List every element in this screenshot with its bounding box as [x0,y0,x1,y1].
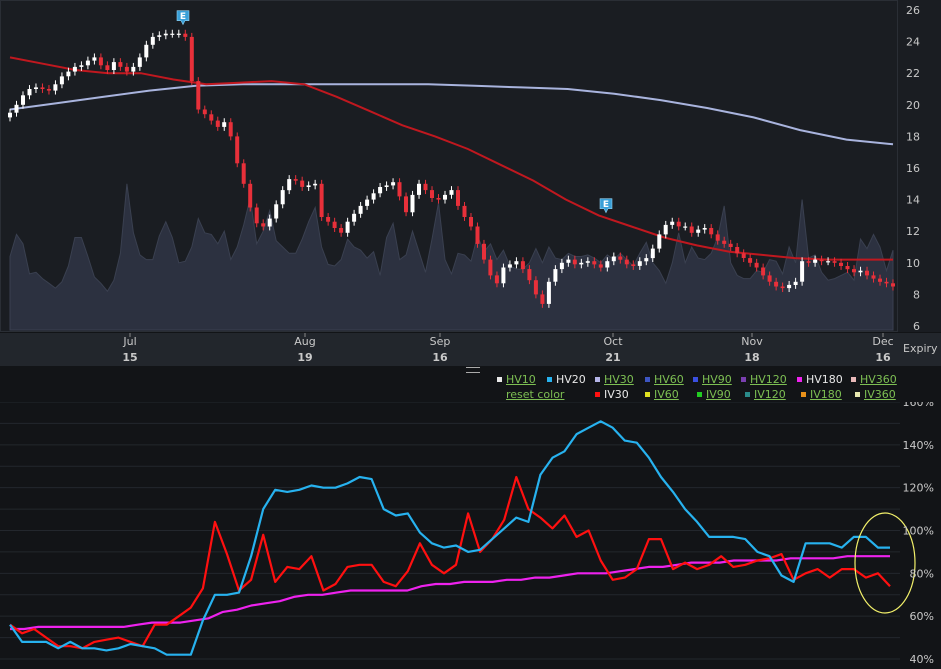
chart-container: E E 6 8 10 12 14 16 18 20 22 24 26 Jul 15 Aug 19 Sep 16 O… [0,0,941,669]
price-y-tick: 24 [906,36,920,49]
legend-label: IV90 [706,388,731,401]
candle [235,132,240,168]
legend-swatch [801,392,806,397]
legend-swatch [741,377,746,382]
series-hv20 [9,420,890,656]
legend-label: HV20 [556,373,586,386]
legend-item-iv90[interactable]: IV90 [697,388,731,401]
legend-item-hv30[interactable]: HV30 [595,373,634,386]
x-tick-day: 16 [432,351,448,364]
legend-row-2: reset color IV30 IV60 IV90 IV120 IV180 IV360 [0,388,941,402]
volatility-gridlines [0,402,900,660]
legend-item-hv20[interactable]: HV20 [547,373,586,386]
price-y-tick: 22 [906,67,920,80]
legend-label: IV180 [810,388,842,401]
vol-y-tick: 100% [903,525,934,538]
price-y-tick: 8 [913,288,920,301]
price-chart: E E 6 8 10 12 14 16 18 20 22 24 26 Jul 15 Aug 19 Sep 16 O… [0,0,941,366]
candle [189,32,194,86]
legend-item-hv60[interactable]: HV60 [645,373,684,386]
x-tick-month: Nov [741,335,763,348]
price-y-tick: 14 [906,194,920,207]
legend-label: HV60 [654,373,684,386]
x-axis-label: Expiry [903,342,938,355]
vol-y-tick: 60% [910,610,934,623]
legend-label: IV360 [864,388,896,401]
legend-label: HV180 [806,373,843,386]
candle [196,77,201,114]
volatility-y-axis: 40% 60% 80% 100% 120% 140% 160% [903,402,934,666]
x-tick-month: Oct [603,335,623,348]
legend-item-iv60[interactable]: IV60 [645,388,679,401]
legend-swatch [851,377,856,382]
x-tick-day: 15 [122,351,137,364]
x-tick-month: Dec [872,335,893,348]
candle [319,179,324,221]
candle [241,159,246,188]
x-tick-day: 21 [605,351,620,364]
earnings-marker-label: E [603,200,609,210]
price-y-tick: 20 [906,99,920,112]
legend-swatch [855,392,860,397]
legend-item-iv30[interactable]: IV30 [595,388,629,401]
price-y-tick: 26 [906,4,920,17]
legend-item-hv10[interactable]: HV10 [497,373,536,386]
candle [248,179,253,212]
candle [800,257,805,286]
legend-swatch [745,392,750,397]
legend-label: HV10 [506,373,536,386]
reset-color-link[interactable]: reset color [506,388,564,401]
legend-item-iv360[interactable]: IV360 [855,388,896,401]
x-tick-day: 18 [744,351,759,364]
price-y-tick: 12 [906,225,920,238]
legend-swatch [547,377,552,382]
earnings-marker-label: E [180,12,186,22]
legend-swatch [697,392,702,397]
legend-swatch [595,392,600,397]
x-tick-month: Aug [294,335,315,348]
price-y-tick: 16 [906,162,920,175]
legend-swatch [645,392,650,397]
x-tick-month: Sep [430,335,451,348]
candle [546,277,551,308]
x-tick-day: 19 [297,351,312,364]
vol-y-tick: 120% [903,482,934,495]
legend-swatch [497,377,502,382]
legend-item-hv120[interactable]: HV120 [741,373,787,386]
x-tick-day: 16 [875,351,891,364]
volatility-chart: 40% 60% 80% 100% 120% 140% 160% [0,402,934,666]
legend-label: IV30 [604,388,629,401]
legend-swatch [645,377,650,382]
price-y-tick: 6 [913,320,920,333]
legend-swatch [797,377,802,382]
x-axis-band [0,333,941,366]
vol-y-tick: 80% [910,567,934,580]
legend-label: IV60 [654,388,679,401]
x-tick-month: Jul [122,335,136,348]
series-hv180 [10,555,890,631]
legend-label: HV120 [750,373,787,386]
legend-item-iv180[interactable]: IV180 [801,388,842,401]
legend-swatch [693,377,698,382]
legend-item-hv180[interactable]: HV180 [797,373,843,386]
legend-label: IV120 [754,388,786,401]
legend-label: HV30 [604,373,634,386]
volatility-lines [9,420,891,656]
price-y-tick: 10 [906,257,920,270]
series-iv30 [9,475,891,650]
legend-row-1: HV10 HV20 HV30 HV60 HV90 HV120 HV180 HV360 [0,373,941,387]
legend-label: HV90 [702,373,732,386]
price-y-tick: 18 [906,130,920,143]
legend-swatch [595,377,600,382]
vol-y-tick: 40% [910,653,934,666]
vol-y-tick: 140% [903,439,934,452]
vol-y-tick: 160% [903,402,934,409]
legend-item-hv360[interactable]: HV360 [851,373,897,386]
legend-label: HV360 [860,373,897,386]
legend-item-iv120[interactable]: IV120 [745,388,786,401]
legend-item-hv90[interactable]: HV90 [693,373,732,386]
